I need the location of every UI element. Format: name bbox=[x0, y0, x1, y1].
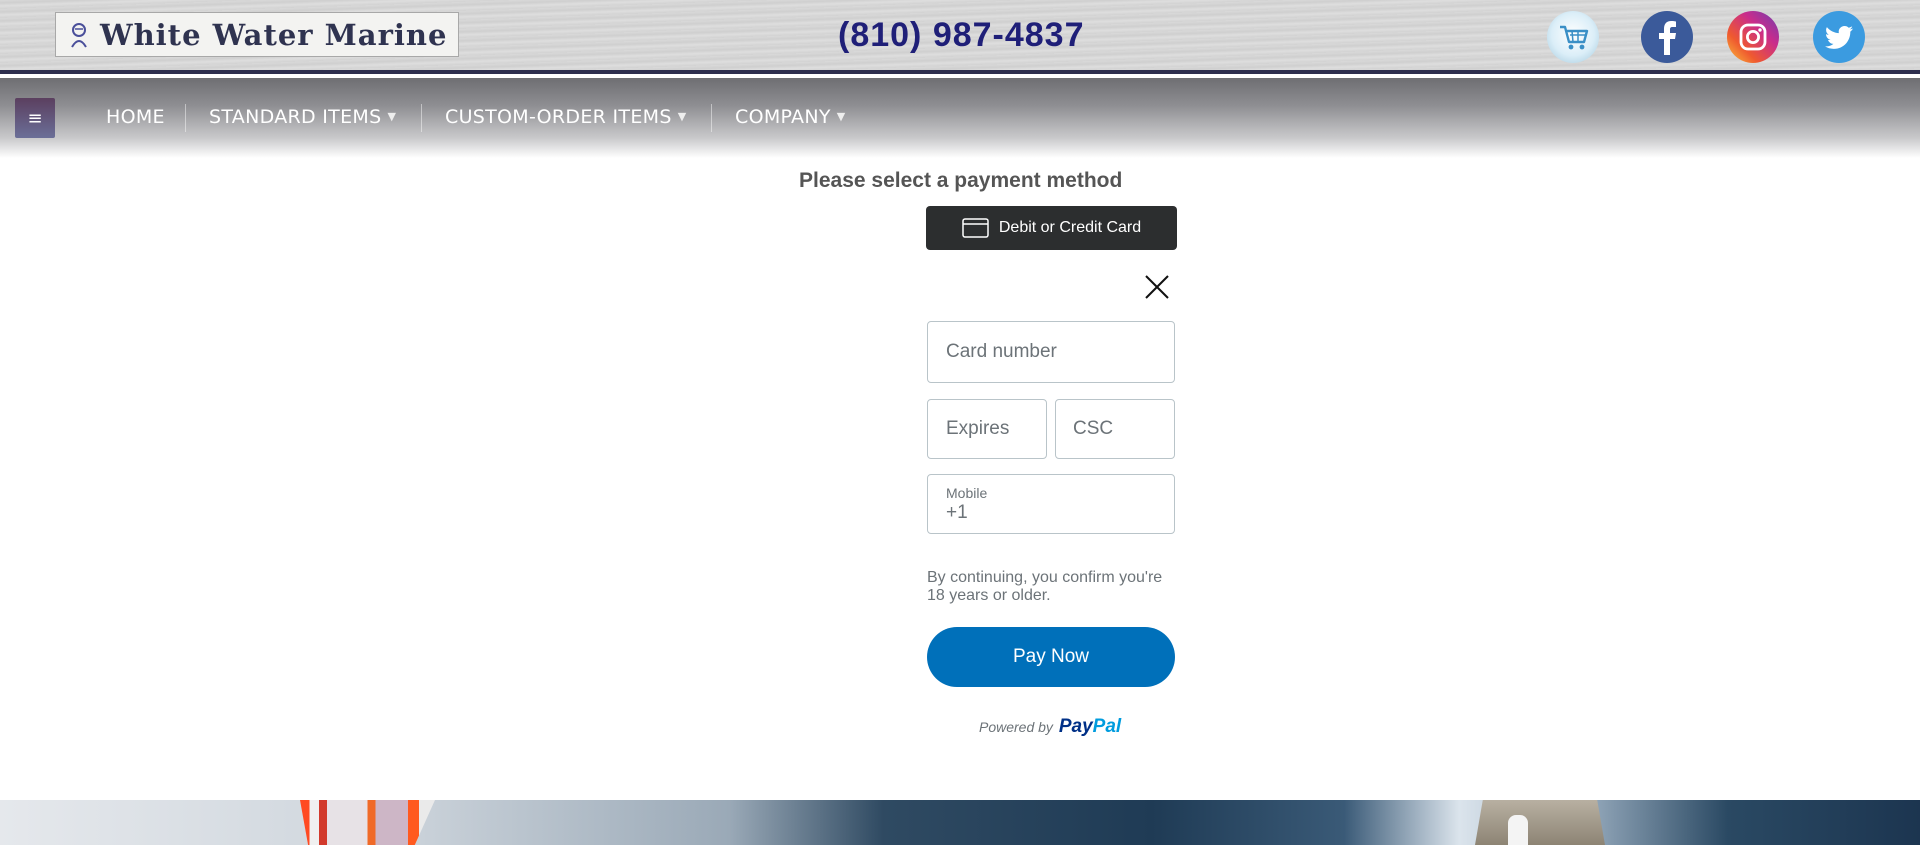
expires-input[interactable]: Expires bbox=[927, 399, 1047, 459]
powered-by-paypal: Powered by PayPal bbox=[979, 716, 1121, 738]
facebook-icon bbox=[1659, 21, 1676, 55]
logo-text: White Water Marine bbox=[100, 17, 448, 52]
nav-divider bbox=[185, 104, 186, 132]
mobile-input[interactable]: Mobile +1 bbox=[927, 474, 1175, 534]
credit-card-icon bbox=[962, 218, 989, 238]
nav-divider bbox=[711, 104, 712, 132]
shopping-cart-icon bbox=[1560, 25, 1589, 50]
debit-credit-card-button[interactable]: Debit or Credit Card bbox=[926, 206, 1177, 250]
expires-placeholder: Expires bbox=[946, 418, 1010, 439]
card-number-input[interactable]: Card number bbox=[927, 321, 1175, 383]
chevron-down-icon: ▼ bbox=[836, 110, 846, 123]
nav-item-label: STANDARD ITEMS bbox=[209, 106, 382, 128]
chevron-down-icon: ▼ bbox=[677, 110, 687, 123]
powered-by-text: Powered by bbox=[979, 719, 1053, 735]
pay-now-button[interactable]: Pay Now bbox=[927, 627, 1175, 687]
twitter-icon bbox=[1824, 26, 1853, 49]
hamburger-icon: ≡ bbox=[27, 107, 43, 129]
mobile-label: Mobile bbox=[946, 485, 988, 501]
csc-placeholder: CSC bbox=[1073, 418, 1114, 439]
close-icon[interactable] bbox=[1144, 274, 1170, 300]
boat-passenger-image bbox=[1508, 815, 1528, 845]
motorboat-image bbox=[1475, 800, 1605, 845]
instagram-button[interactable] bbox=[1727, 11, 1779, 63]
nav-item-custom-order-items[interactable]: CUSTOM-ORDER ITEMS ▼ bbox=[445, 106, 686, 128]
site-header: White Water Marine (810) 987-4837 bbox=[0, 0, 1920, 74]
facebook-button[interactable] bbox=[1641, 11, 1693, 63]
nav-item-standard-items[interactable]: STANDARD ITEMS ▼ bbox=[209, 106, 396, 128]
sailboat-image bbox=[300, 800, 435, 845]
phone-number[interactable]: (810) 987-4837 bbox=[838, 16, 1085, 55]
hero-image-strip bbox=[0, 800, 1920, 845]
cart-button[interactable] bbox=[1547, 11, 1599, 63]
hamburger-menu-button[interactable]: ≡ bbox=[15, 98, 55, 138]
chevron-down-icon: ▼ bbox=[387, 110, 397, 123]
payment-heading: Please select a payment method bbox=[799, 169, 1123, 192]
nav-item-label: COMPANY bbox=[735, 106, 831, 128]
card-button-label: Debit or Credit Card bbox=[998, 219, 1142, 236]
instagram-icon bbox=[1739, 23, 1767, 51]
twitter-button[interactable] bbox=[1813, 11, 1865, 63]
nav-item-company[interactable]: COMPANY ▼ bbox=[735, 106, 846, 128]
paypal-logo-part1: Pay bbox=[1058, 716, 1093, 737]
nav-item-label: CUSTOM-ORDER ITEMS bbox=[445, 106, 672, 128]
nav-item-home[interactable]: HOME bbox=[106, 106, 165, 128]
nav-item-label: HOME bbox=[106, 106, 165, 128]
age-disclaimer: By continuing, you confirm you're 18 yea… bbox=[927, 569, 1163, 604]
nav-divider bbox=[421, 104, 422, 132]
site-logo[interactable]: White Water Marine bbox=[55, 12, 459, 57]
pay-now-label: Pay Now bbox=[1012, 646, 1090, 667]
main-nav: ≡ HOME STANDARD ITEMS ▼ CUSTOM-ORDER ITEM… bbox=[0, 78, 1920, 158]
card-number-placeholder: Card number bbox=[946, 341, 1057, 362]
csc-input[interactable]: CSC bbox=[1055, 399, 1175, 459]
sailor-logo-icon bbox=[71, 22, 87, 48]
mobile-value: +1 bbox=[946, 502, 968, 523]
paypal-logo-part2: Pal bbox=[1092, 716, 1122, 737]
